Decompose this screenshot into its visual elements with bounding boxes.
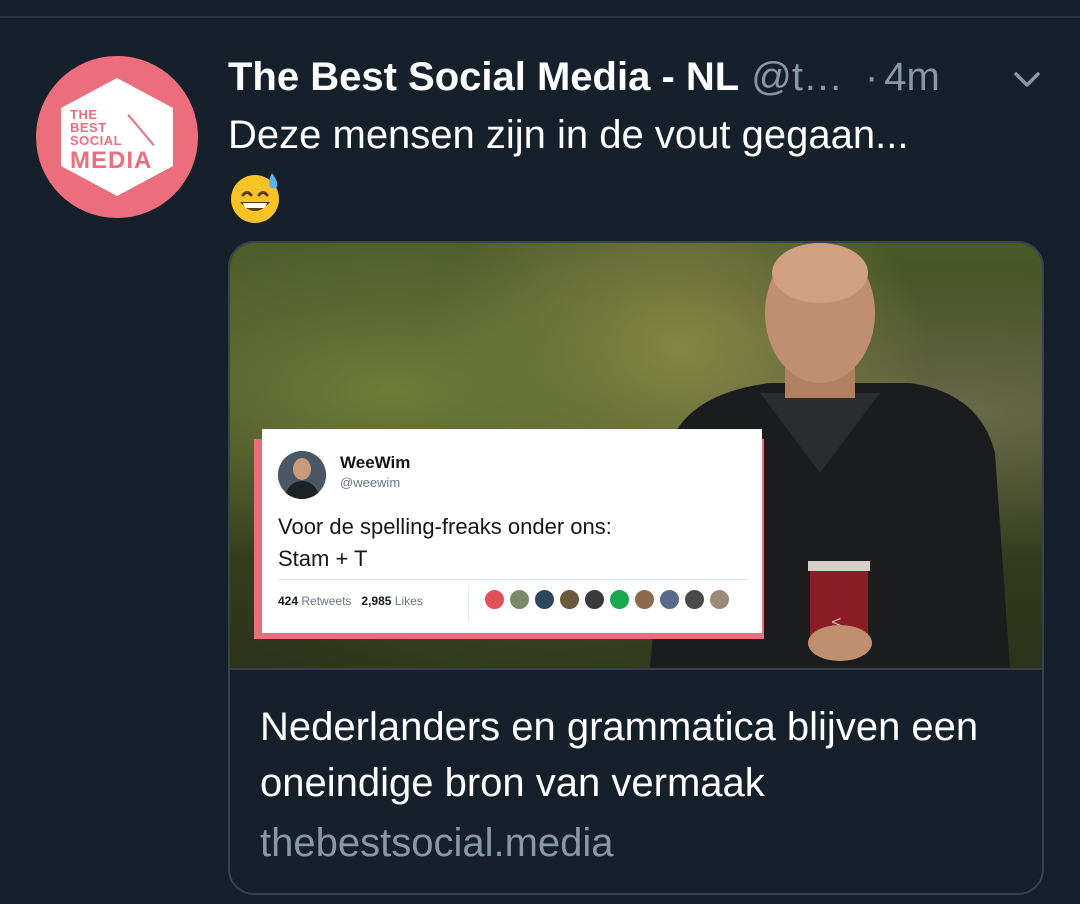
embedded-text: Voor de spelling-freaks onder ons: Stam … [278,514,612,571]
card-title[interactable]: Nederlanders en grammatica blijven een o… [260,699,1020,811]
liker-avatar [659,589,680,610]
embedded-stats: 424 Retweets 2,985 Likes [278,594,423,608]
embedded-name: WeeWim [340,453,411,472]
tweet-time[interactable]: 4m [884,55,940,100]
card-image[interactable]: VALOR WeeWim @weewim Voor de spelling-fr… [230,243,1042,668]
embedded-liker-avatars [484,589,730,610]
embedded-handle: @weewim [340,475,401,490]
liker-avatar [559,589,580,610]
user-handle[interactable]: @t… [751,55,843,100]
top-divider [0,16,1080,18]
card-domain[interactable]: thebestsocial.media [260,821,614,866]
liker-avatar [584,589,605,610]
embedded-avatar [278,451,326,499]
liker-avatar [684,589,705,610]
link-card[interactable]: VALOR WeeWim @weewim Voor de spelling-fr… [228,241,1044,895]
separator-dot: · [864,54,879,99]
liker-avatar [634,589,655,610]
liker-avatar [709,589,730,610]
liker-avatar [509,589,530,610]
grinning-face-with-sweat-icon [231,173,279,223]
chevron-down-icon[interactable] [1012,70,1042,90]
tweet-header: The Best Social Media - NL @t… · 4m [228,52,1050,102]
embedded-stats-divider [468,585,469,621]
embedded-separator [278,579,748,580]
profile-avatar[interactable]: THE BEST SOCIAL MEDIA [36,56,198,218]
embedded-tweet-screenshot: WeeWim @weewim Voor de spelling-freaks o… [262,429,762,633]
card-divider [230,668,1042,670]
avatar-logo-text: THE BEST SOCIAL MEDIA [70,107,153,174]
liker-avatar [534,589,555,610]
liker-avatar [484,589,505,610]
display-name[interactable]: The Best Social Media - NL [228,55,739,100]
tweet-text: Deze mensen zijn in de vout gegaan... [228,113,909,157]
liker-avatar [609,589,630,610]
